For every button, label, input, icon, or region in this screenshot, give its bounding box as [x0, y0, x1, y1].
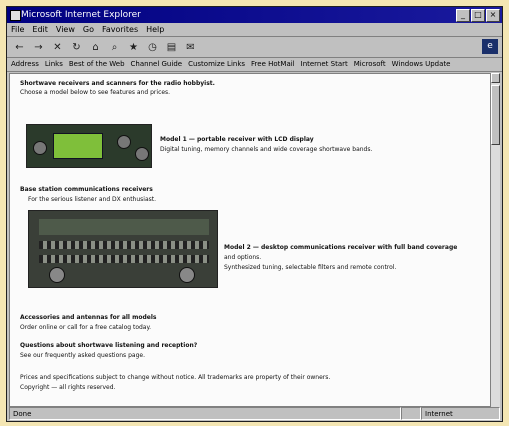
footer-line-3a: Prices and specifications subject to cha…	[20, 374, 331, 381]
footer-line-2b: See our frequently asked questions page.	[20, 352, 145, 359]
maximize-button[interactable]: □	[471, 9, 485, 22]
knob-icon	[135, 147, 149, 161]
menu-file[interactable]: File	[11, 23, 24, 36]
footer-line-1a[interactable]: Accessories and antennas for all models	[20, 314, 156, 322]
window-controls: _ □ ×	[456, 9, 500, 22]
home-icon[interactable]: ⌂	[89, 41, 102, 54]
section2-sub: For the serious listener and DX enthusia…	[28, 196, 157, 203]
menu-bar: File Edit View Go Favorites Help	[7, 23, 502, 37]
vertical-scrollbar[interactable]	[490, 73, 500, 407]
knob-icon	[179, 267, 195, 283]
search-icon[interactable]: ⌕	[108, 41, 121, 54]
knob-icon	[117, 135, 131, 149]
status-progress	[401, 407, 421, 420]
front-panel	[39, 219, 209, 235]
back-icon[interactable]: ←	[13, 41, 26, 54]
footer-line-3b: Copyright — all rights reserved.	[20, 384, 116, 391]
print-icon[interactable]: ▤	[165, 41, 178, 54]
status-text: Done	[9, 407, 401, 420]
item1-desc: Digital tuning, memory channels and wide…	[160, 146, 373, 153]
browser-icon	[10, 10, 21, 21]
footer-line-1b: Order online or call for a free catalog …	[20, 324, 152, 331]
link-internet-start[interactable]: Internet Start	[301, 58, 348, 71]
intro-line-1: Shortwave receivers and scanners for the…	[20, 80, 215, 87]
knob-icon	[33, 141, 47, 155]
window-title: Microsoft Internet Explorer	[21, 10, 141, 20]
address-label[interactable]: Address	[11, 58, 39, 71]
link-channel-guide[interactable]: Channel Guide	[131, 58, 183, 71]
menu-favorites[interactable]: Favorites	[102, 23, 138, 36]
item2-desc-1: and options.	[224, 254, 262, 261]
link-windows-update[interactable]: Windows Update	[392, 58, 451, 71]
link-best-of-web[interactable]: Best of the Web	[69, 58, 125, 71]
link-links[interactable]: Links	[45, 58, 63, 71]
stop-icon[interactable]: ✕	[51, 41, 64, 54]
item1-title[interactable]: Model 1 — portable receiver with LCD dis…	[160, 136, 314, 144]
intro-line-2: Choose a model below to see features and…	[20, 89, 171, 96]
control-row	[39, 241, 209, 249]
item2-desc-2: Synthesized tuning, selectable filters a…	[224, 264, 397, 271]
throbber-logo-icon: e	[482, 39, 498, 54]
links-bar: Address Links Best of the Web Channel Gu…	[7, 58, 502, 72]
receiver-photo-2[interactable]	[28, 210, 218, 288]
menu-help[interactable]: Help	[146, 23, 164, 36]
knob-icon	[49, 267, 65, 283]
minimize-button[interactable]: _	[456, 9, 470, 22]
mail-icon[interactable]: ✉	[184, 41, 197, 54]
forward-icon[interactable]: →	[32, 41, 45, 54]
page-content: Shortwave receivers and scanners for the…	[9, 73, 492, 407]
link-microsoft[interactable]: Microsoft	[354, 58, 386, 71]
receiver-photo-1[interactable]	[26, 124, 152, 168]
lcd-display	[53, 133, 103, 159]
control-row	[39, 255, 209, 263]
link-hotmail[interactable]: Free HotMail	[251, 58, 295, 71]
menu-view[interactable]: View	[56, 23, 75, 36]
refresh-icon[interactable]: ↻	[70, 41, 83, 54]
status-bar: Done Internet	[9, 407, 500, 420]
footer-line-2a[interactable]: Questions about shortwave listening and …	[20, 342, 197, 350]
status-zone: Internet	[421, 407, 500, 420]
section2-title: Base station communications receivers	[20, 186, 153, 193]
item2-title[interactable]: Model 2 — desktop communications receive…	[224, 244, 457, 252]
close-button[interactable]: ×	[486, 9, 500, 22]
history-icon[interactable]: ◷	[146, 41, 159, 54]
favorites-icon[interactable]: ★	[127, 41, 140, 54]
scroll-up-button[interactable]	[491, 73, 500, 83]
link-customize[interactable]: Customize Links	[188, 58, 245, 71]
browser-window: Microsoft Internet Explorer _ □ × File E…	[6, 6, 503, 422]
title-bar: Microsoft Internet Explorer _ □ ×	[7, 7, 502, 23]
menu-go[interactable]: Go	[83, 23, 94, 36]
scroll-thumb[interactable]	[491, 85, 500, 145]
menu-edit[interactable]: Edit	[32, 23, 48, 36]
toolbar: ← → ✕ ↻ ⌂ ⌕ ★ ◷ ▤ ✉ e	[7, 37, 502, 58]
